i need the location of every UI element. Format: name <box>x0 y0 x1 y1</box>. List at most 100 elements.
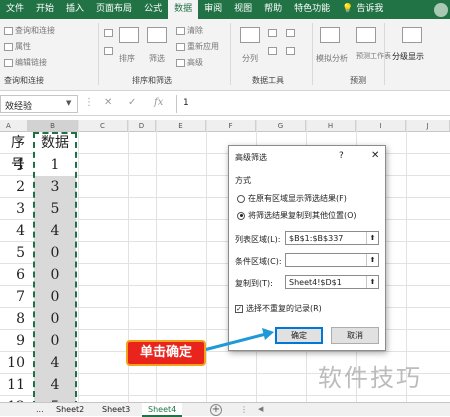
sheet-tab-sheet3[interactable]: Sheet3 <box>96 403 136 417</box>
queries-icon <box>4 26 13 35</box>
column-header-b[interactable]: B <box>28 120 78 132</box>
column-header-i[interactable]: I <box>356 120 406 132</box>
advanced-filter-icon <box>176 58 185 67</box>
reapply-button[interactable]: 重新应用 <box>176 41 219 52</box>
insert-function-icon[interactable]: fx <box>154 97 163 108</box>
tab-view[interactable]: 视图 <box>228 0 258 19</box>
range-select-icon[interactable]: ⬆ <box>366 276 378 288</box>
properties-icon <box>4 42 13 51</box>
forecast-sheet-icon <box>356 27 376 43</box>
cell-a1[interactable]: 序号 <box>0 132 28 173</box>
radio-filter-in-place[interactable]: 在原有区域显示筛选结果(F) <box>237 193 347 204</box>
account-avatar-icon[interactable] <box>434 3 448 17</box>
range-select-icon[interactable]: ⬆ <box>366 254 378 266</box>
radio-copy-to-location[interactable]: 将筛选结果复制到其他位置(O) <box>237 210 357 221</box>
data-tool-icon[interactable] <box>286 47 295 55</box>
queries-connections-button[interactable]: 查询和连接 <box>4 25 55 36</box>
data-tool-icon[interactable] <box>268 29 277 37</box>
column-header-c[interactable]: C <box>78 120 128 132</box>
cell-a[interactable]: 10 <box>0 352 28 374</box>
text-to-columns-button[interactable]: 分列 <box>242 53 258 64</box>
chevron-down-icon[interactable]: ▼ <box>66 99 71 107</box>
cancel-icon[interactable]: ✕ <box>104 97 112 108</box>
callout-click-ok: 单击确定 <box>126 340 206 366</box>
cell-a[interactable]: 8 <box>0 308 28 330</box>
sheet-tab-sheet2[interactable]: Sheet2 <box>50 403 90 417</box>
filter-button[interactable]: 筛选 <box>149 53 165 64</box>
help-icon[interactable]: ? <box>339 151 344 161</box>
cell-a[interactable]: 5 <box>0 242 28 264</box>
sort-za-icon[interactable] <box>104 47 113 55</box>
cell-a[interactable]: 4 <box>0 220 28 242</box>
scroll-dots-icon: ⋮ <box>240 405 248 414</box>
data-tool-icon[interactable] <box>268 47 277 55</box>
column-header-f[interactable]: F <box>206 120 256 132</box>
checkbox-checked-icon: ✓ <box>235 304 243 313</box>
formula-bar: 效经验 ▼ ⋮ ✕ ✓ fx 1 <box>0 92 450 116</box>
add-sheet-plus-icon[interactable]: + <box>210 404 222 416</box>
ribbon-divider <box>98 23 99 85</box>
cell-a[interactable]: 2 <box>0 176 28 198</box>
section-label-method: 方式 <box>235 176 251 185</box>
cell-a[interactable]: 1 <box>0 154 28 176</box>
reapply-icon <box>176 42 185 51</box>
sheet-tab-overflow[interactable]: ... <box>30 403 50 417</box>
cell-a[interactable]: 7 <box>0 286 28 308</box>
cell-a[interactable]: 6 <box>0 264 28 286</box>
group-label-queries: 查询和连接 <box>4 76 44 85</box>
column-header-d[interactable]: D <box>128 120 156 132</box>
watermark-text: 软件技巧 <box>318 364 422 392</box>
tab-review[interactable]: 审阅 <box>198 0 228 19</box>
tab-help[interactable]: 帮助 <box>258 0 288 19</box>
criteria-range-label: 条件区域(C): <box>235 257 282 266</box>
column-header-h[interactable]: H <box>306 120 356 132</box>
tab-insert[interactable]: 插入 <box>60 0 90 19</box>
column-header-g[interactable]: G <box>256 120 306 132</box>
copy-to-input[interactable]: Sheet4!$D$1 ⬆ <box>285 275 379 289</box>
formula-input[interactable]: 1 <box>176 95 450 113</box>
cell-a[interactable]: 9 <box>0 330 28 352</box>
enter-icon[interactable]: ✓ <box>128 97 136 108</box>
lightbulb-icon: 💡 <box>342 4 354 14</box>
cell-a[interactable]: 3 <box>0 198 28 220</box>
advanced-button[interactable]: 高级 <box>176 57 203 68</box>
criteria-range-input[interactable]: ⬆ <box>285 253 379 267</box>
data-tool-icon[interactable] <box>286 29 295 37</box>
edit-links-button[interactable]: 编辑链接 <box>4 57 47 68</box>
column-header-j[interactable]: J <box>406 120 450 132</box>
tab-home[interactable]: 开始 <box>30 0 60 19</box>
column-header-e[interactable]: E <box>156 120 206 132</box>
properties-button[interactable]: 属性 <box>4 41 31 52</box>
group-label-forecast: 预测 <box>350 76 366 85</box>
clear-button[interactable]: 清除 <box>176 25 203 36</box>
column-header-a[interactable]: A <box>0 120 28 132</box>
ribbon-divider <box>384 23 385 85</box>
cancel-button[interactable]: 取消 <box>331 327 379 344</box>
close-icon[interactable]: ✕ <box>371 150 379 161</box>
radio-unselected-icon <box>237 194 245 203</box>
sort-az-icon[interactable] <box>104 29 113 37</box>
sort-button[interactable]: 排序 <box>119 53 135 64</box>
scroll-left-icon[interactable]: ◀ <box>258 405 263 413</box>
copy-selection-marquee <box>33 132 77 407</box>
range-select-icon[interactable]: ⬆ <box>366 232 378 244</box>
forecast-sheet-button[interactable]: 预测工作表 <box>356 51 391 61</box>
list-range-input[interactable]: $B$1:$B$337 ⬆ <box>285 231 379 245</box>
tab-special[interactable]: 特色功能 <box>288 0 336 19</box>
tell-me-search[interactable]: 💡 告诉我 <box>336 0 389 19</box>
tab-data[interactable]: 数据 <box>168 0 199 19</box>
group-label-data-tools: 数据工具 <box>252 76 284 85</box>
links-icon <box>4 58 13 67</box>
tab-file[interactable]: 文件 <box>0 0 30 19</box>
what-if-button[interactable]: 模拟分析 <box>316 53 348 64</box>
cell-a[interactable]: 11 <box>0 374 28 396</box>
what-if-icon <box>320 27 340 43</box>
unique-records-checkbox[interactable]: ✓ 选择不重复的记录(R) <box>235 303 322 314</box>
sheet-tab-sheet4[interactable]: Sheet4 <box>142 403 183 417</box>
tab-formulas[interactable]: 公式 <box>138 0 168 19</box>
more-icon: ⋮ <box>84 97 94 108</box>
outline-button[interactable]: 分级显示 <box>392 51 424 62</box>
sort-icon <box>119 27 139 43</box>
ok-button[interactable]: 确定 <box>275 327 323 344</box>
tab-page-layout[interactable]: 页面布局 <box>90 0 138 19</box>
